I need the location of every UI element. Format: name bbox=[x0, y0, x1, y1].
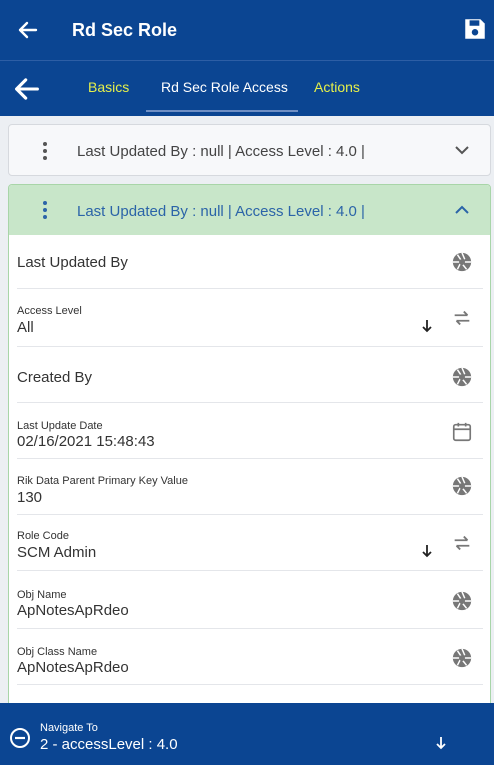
field-label: Role Code bbox=[17, 530, 69, 542]
arrow-down-icon[interactable] bbox=[421, 319, 433, 333]
field-label: Rik Data Parent Primary Key Value bbox=[17, 475, 188, 487]
arrow-down-icon[interactable] bbox=[421, 544, 433, 558]
tab-actions[interactable]: Actions bbox=[314, 61, 360, 113]
card-summary: Last Updated By : null | Access Level : … bbox=[77, 203, 365, 220]
tab-back-icon[interactable] bbox=[14, 77, 40, 101]
field-value: 02/16/2021 15:48:43 bbox=[17, 433, 155, 450]
app-header: Rd Sec Role bbox=[0, 0, 494, 60]
navigate-value: 2 - accessLevel : 4.0 bbox=[40, 736, 178, 753]
chevron-down-icon[interactable] bbox=[454, 143, 470, 157]
field-label: Access Level bbox=[17, 305, 82, 317]
active-tab-indicator bbox=[146, 110, 298, 112]
field-value: ApNotesApRdeo bbox=[17, 659, 129, 676]
tab-basics[interactable]: Basics bbox=[88, 61, 129, 113]
card-header[interactable]: Last Updated By : null | Access Level : … bbox=[9, 185, 490, 235]
arrow-down-icon[interactable] bbox=[435, 736, 447, 750]
field-rik-parent-pk[interactable]: Rik Data Parent Primary Key Value 130 bbox=[17, 459, 483, 515]
camera-shutter-icon[interactable] bbox=[451, 590, 473, 612]
navigate-to-bar[interactable]: Navigate To 2 - accessLevel : 4.0 bbox=[0, 703, 494, 765]
back-arrow-icon bbox=[18, 21, 38, 39]
camera-shutter-icon[interactable] bbox=[451, 366, 473, 388]
field-value: All bbox=[17, 319, 34, 336]
swap-arrows-icon[interactable] bbox=[451, 532, 473, 554]
record-card-collapsed[interactable]: Last Updated By : null | Access Level : … bbox=[8, 124, 491, 176]
field-access-level[interactable]: Access Level All bbox=[17, 289, 483, 347]
field-obj-class-name[interactable]: Obj Class Name ApNotesApRdeo bbox=[17, 629, 483, 685]
page-title: Rd Sec Role bbox=[72, 19, 178, 40]
card-summary: Last Updated By : null | Access Level : … bbox=[77, 143, 365, 160]
field-last-updated-by[interactable]: Last Updated By bbox=[17, 235, 483, 289]
navigate-label: Navigate To bbox=[40, 722, 98, 734]
kebab-menu-icon[interactable] bbox=[39, 201, 51, 219]
field-value: ApNotesApRdeo bbox=[17, 602, 129, 619]
field-label: Created By bbox=[17, 369, 93, 386]
record-card-expanded: Last Updated By : null | Access Level : … bbox=[8, 184, 491, 714]
calendar-icon[interactable] bbox=[451, 421, 473, 443]
minus-circle-icon[interactable] bbox=[9, 727, 31, 749]
camera-shutter-icon[interactable] bbox=[451, 251, 473, 273]
field-label: Last Update Date bbox=[17, 420, 103, 432]
field-created-by[interactable]: Created By bbox=[17, 347, 483, 403]
field-last-update-date[interactable]: Last Update Date 02/16/2021 15:48:43 bbox=[17, 403, 483, 459]
field-role-code[interactable]: Role Code SCM Admin bbox=[17, 515, 483, 571]
field-label: Last Updated By bbox=[17, 254, 128, 271]
chevron-up-icon[interactable] bbox=[454, 203, 470, 217]
field-label: Obj Class Name bbox=[17, 646, 98, 658]
field-value: 130 bbox=[17, 489, 43, 506]
camera-shutter-icon[interactable] bbox=[451, 475, 473, 497]
tab-rd-sec-role-access[interactable]: Rd Sec Role Access bbox=[161, 61, 288, 113]
camera-shutter-icon[interactable] bbox=[451, 647, 473, 669]
kebab-menu-icon[interactable] bbox=[39, 142, 51, 160]
field-value: SCM Admin bbox=[17, 544, 97, 561]
back-button[interactable] bbox=[0, 0, 56, 60]
save-icon[interactable] bbox=[462, 16, 488, 42]
field-label: Obj Name bbox=[17, 589, 67, 601]
tab-bar: Basics Rd Sec Role Access Actions bbox=[0, 60, 494, 116]
swap-arrows-icon[interactable] bbox=[451, 307, 473, 329]
field-obj-name[interactable]: Obj Name ApNotesApRdeo bbox=[17, 571, 483, 629]
